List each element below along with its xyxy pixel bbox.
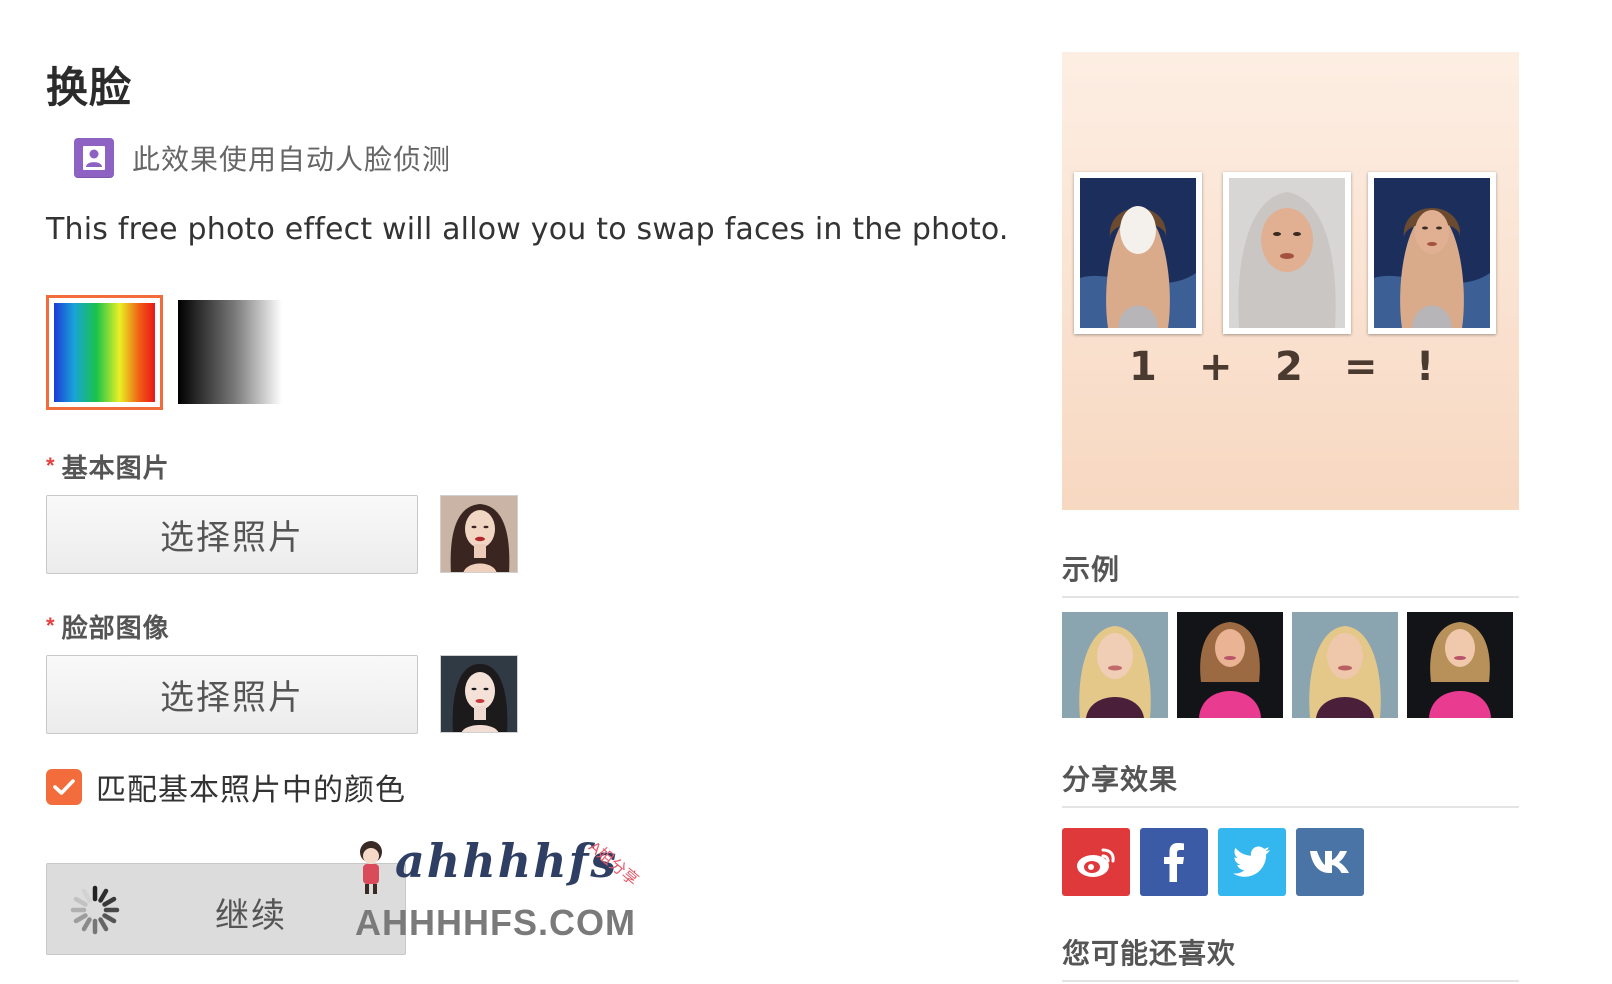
face-image-label: * 脸部图像 [46,608,170,645]
page-title: 换脸 [46,64,133,111]
promo-symbol-plus: + [1199,344,1233,390]
example-thumbnail[interactable] [1177,612,1283,718]
watermark-script-text: ahhhhfs [395,834,619,888]
example-thumbnail[interactable] [1062,612,1168,718]
filter-grayscale-swatch[interactable] [178,300,282,404]
filter-color-swatch[interactable] [46,295,163,410]
promo-symbol-equals: = [1344,344,1378,390]
vk-icon [1310,851,1349,873]
weibo-icon [1077,848,1115,877]
example-thumbnail[interactable] [1407,612,1513,718]
effect-description: This free photo effect will allow you to… [46,212,1009,247]
effect-preview-banner: 1 + 2 = ! [1062,52,1519,510]
match-color-option: 匹配基本照片中的颜色 [46,765,406,809]
share-vk-button[interactable] [1296,828,1364,896]
face-detect-icon [74,138,114,178]
share-facebook-button[interactable] [1140,828,1208,896]
checkmark-icon [53,779,75,795]
match-color-label: 匹配基本照片中的颜色 [96,774,406,807]
base-image-label-text: 基本图片 [61,453,170,483]
continue-button[interactable]: 继续 [46,863,406,955]
examples-heading: 示例 [1062,548,1519,598]
choose-face-photo-button[interactable]: 选择照片 [46,655,418,734]
promo-symbol-2: 2 [1275,344,1303,390]
watermark-tag: A姐分享 [585,838,642,890]
required-mark: * [46,613,56,638]
example-thumbnail[interactable] [1292,612,1398,718]
face-image-label-text: 脸部图像 [61,613,170,643]
share-heading: 分享效果 [1062,758,1519,808]
recommend-heading: 您可能还喜欢 [1062,932,1519,982]
continue-label: 继续 [215,897,287,935]
required-mark: * [46,453,56,478]
base-photo-thumbnail [440,495,518,573]
promo-photo-base [1074,172,1202,334]
promo-photo-face [1223,172,1351,334]
face-detect-text: 此效果使用自动人脸侦测 [132,144,452,175]
face-photo-thumbnail [440,655,518,733]
promo-symbol-exclaim: ! [1416,344,1435,390]
base-image-label: * 基本图片 [46,448,170,485]
share-weibo-button[interactable] [1062,828,1130,896]
twitter-icon [1233,846,1270,877]
promo-photo-result [1368,172,1496,334]
rainbow-gradient [54,303,155,402]
choose-base-photo-button[interactable]: 选择照片 [46,495,418,574]
share-twitter-button[interactable] [1218,828,1286,896]
face-detect-note: 此效果使用自动人脸侦测 [74,138,451,178]
match-color-checkbox[interactable] [46,769,82,805]
facebook-icon [1164,843,1184,882]
promo-symbol-1: 1 [1129,344,1157,390]
